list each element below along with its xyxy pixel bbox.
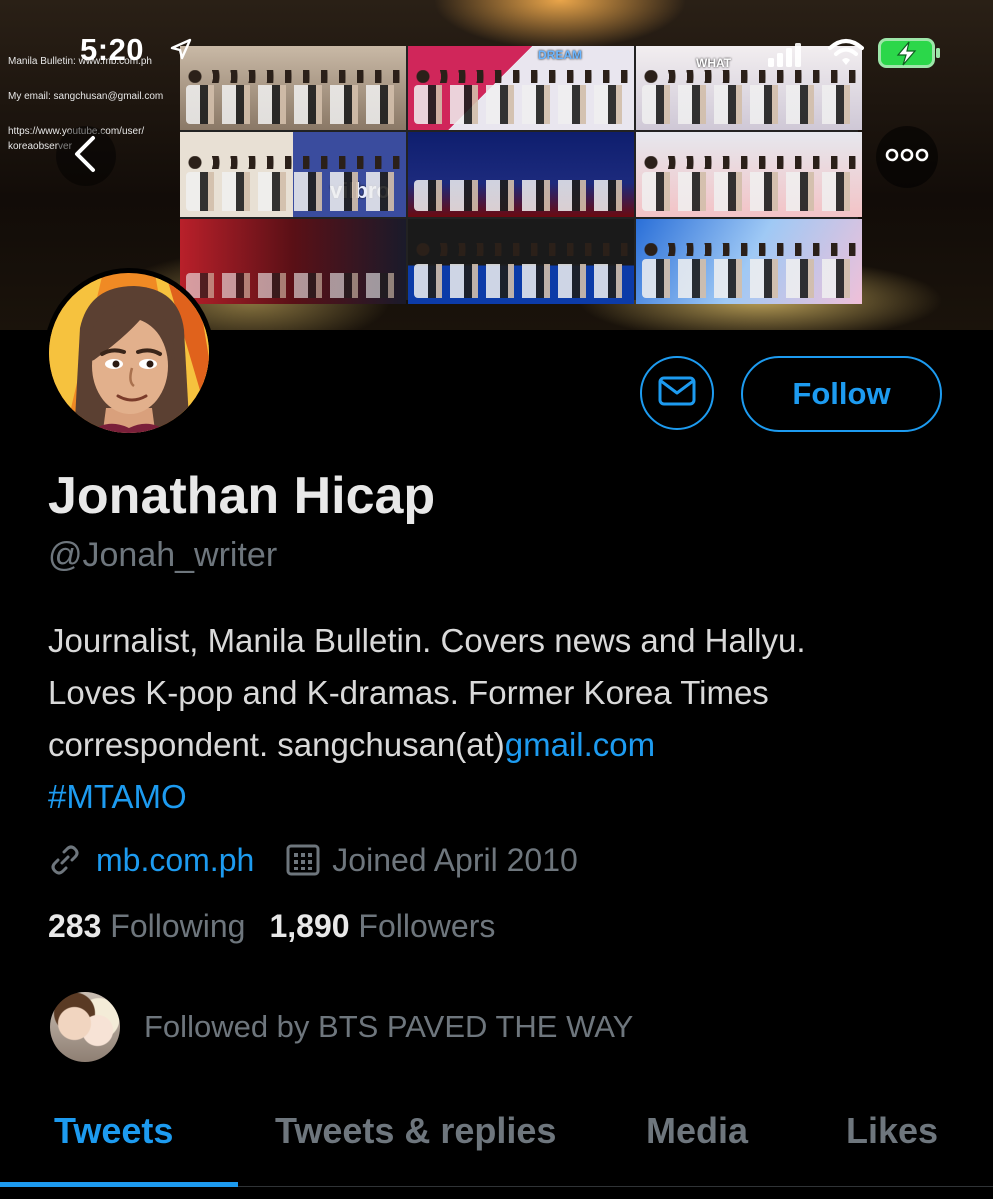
followers-count-link[interactable]: 1,890 Followers: [269, 908, 495, 944]
collage-photo: [180, 46, 406, 130]
bio-email-link[interactable]: gmail.com: [505, 726, 655, 763]
collage-photo-label: DREAM: [538, 48, 582, 62]
profile-avatar[interactable]: [44, 268, 214, 438]
collage-photo: vilbro: [180, 132, 406, 217]
back-button[interactable]: [56, 126, 116, 186]
location-arrow-icon: [170, 38, 192, 65]
following-count: 283: [48, 908, 102, 944]
collage-photo: DREAM: [408, 46, 634, 130]
collage-photo-label: WHAT: [696, 56, 732, 70]
followers-label: Followers: [358, 908, 496, 944]
profile-bio: Journalist, Manila Bulletin. Covers news…: [48, 615, 978, 823]
more-options-button[interactable]: [876, 126, 938, 188]
signal-icon: [768, 43, 802, 72]
profile-meta: mb.com.ph Joined April 2010: [48, 838, 578, 882]
collage-photo: [408, 132, 634, 217]
back-chevron-icon: [71, 134, 101, 179]
more-dots-icon: [885, 148, 929, 167]
collage-photo: [180, 219, 406, 304]
wifi-icon: [828, 38, 864, 73]
bio-line: correspondent. sangchusan(at)gmail.com: [48, 719, 978, 771]
battery-charging-icon: [878, 38, 942, 73]
followers-count: 1,890: [269, 908, 350, 944]
collage-photo: [408, 219, 634, 304]
bio-hashtag-link[interactable]: #MTAMO: [48, 771, 978, 823]
bio-text: correspondent. sangchusan(at): [48, 726, 505, 763]
following-count-link[interactable]: 283 Following: [48, 908, 245, 944]
bio-line: Journalist, Manila Bulletin. Covers news…: [48, 622, 806, 659]
calendar-icon: [286, 843, 320, 877]
profile-website-link[interactable]: mb.com.ph: [96, 842, 254, 879]
status-bar-time: 5:20: [80, 32, 145, 67]
profile-joined-date: Joined April 2010: [332, 841, 578, 878]
profile-display-name: Jonathan Hicap: [48, 467, 436, 525]
active-tab-indicator: [0, 1182, 238, 1187]
followed-by-avatar: [50, 992, 120, 1062]
banner-photo-collage: DREAM WHAT vilbro: [180, 46, 862, 304]
tab-media[interactable]: Media: [646, 1110, 748, 1152]
bio-line: Loves K-pop and K-dramas. Former Korea T…: [48, 674, 769, 711]
profile-counts: 283 Following 1,890 Followers: [48, 908, 495, 945]
tab-tweets[interactable]: Tweets: [54, 1110, 173, 1152]
collage-photo: [636, 132, 862, 217]
profile-tabs: Tweets Tweets & replies Media Likes: [0, 1102, 993, 1199]
followed-by-row[interactable]: Followed by BTS PAVED THE WAY: [50, 992, 633, 1062]
tab-tweets-and-replies[interactable]: Tweets & replies: [275, 1110, 556, 1152]
collage-photo: [636, 219, 862, 304]
profile-handle: @Jonah_writer: [48, 536, 278, 574]
link-icon: [48, 843, 82, 877]
follow-button[interactable]: Follow: [741, 356, 942, 432]
banner-caption-line: My email: sangchusan@gmail.com: [8, 91, 164, 102]
message-button[interactable]: [640, 356, 714, 430]
mail-icon: [658, 376, 696, 411]
following-label: Following: [110, 908, 246, 944]
followed-by-text: Followed by BTS PAVED THE WAY: [144, 1009, 634, 1044]
tab-likes[interactable]: Likes: [846, 1110, 938, 1152]
